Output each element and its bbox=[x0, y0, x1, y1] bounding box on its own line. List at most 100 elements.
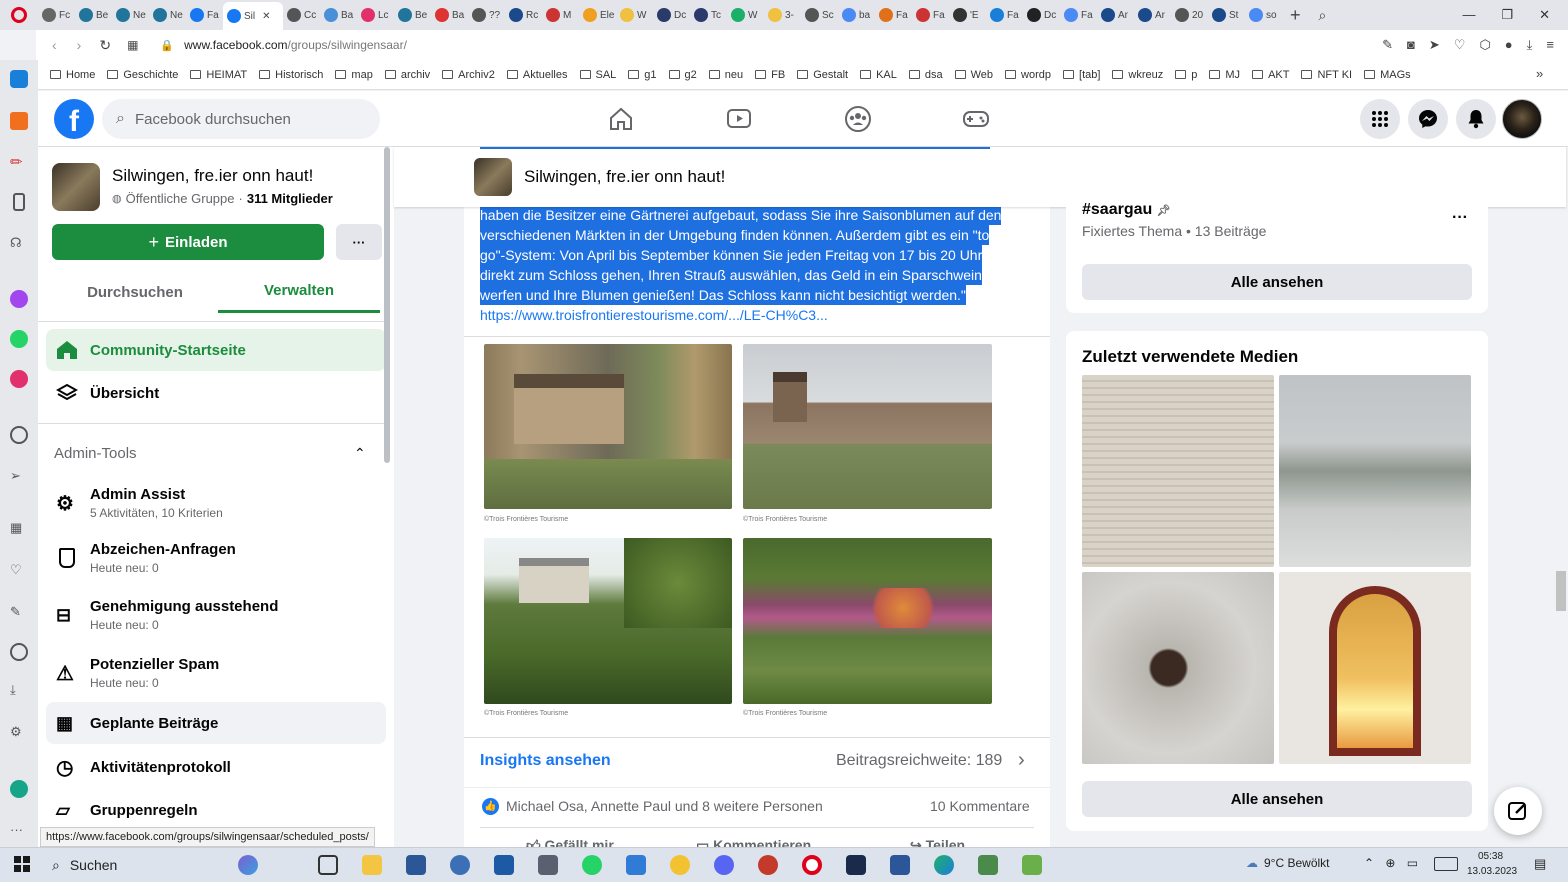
facebook-logo-icon[interactable]: f bbox=[54, 99, 94, 139]
tab-search-icon[interactable]: ⌕ bbox=[1319, 7, 1327, 24]
bookmark-folder[interactable]: wkreuz bbox=[1112, 69, 1163, 81]
topic-tag[interactable]: #saargau 📌︎ bbox=[1082, 201, 1171, 219]
settings-icon[interactable]: ⚙ bbox=[10, 724, 28, 742]
browser-tab[interactable]: Tc bbox=[690, 3, 727, 27]
browser-tab[interactable]: Ba bbox=[320, 3, 357, 27]
app-icon[interactable] bbox=[670, 855, 690, 875]
opera-logo-icon[interactable] bbox=[0, 7, 38, 23]
reactions-summary[interactable]: Michael Osa, Annette Paul und 8 weitere … bbox=[506, 798, 823, 814]
browser-tab[interactable]: Be bbox=[75, 3, 112, 27]
sticky-group-name[interactable]: Silwingen, fre.ier onn haut! bbox=[524, 167, 725, 187]
bookmark-folder[interactable]: archiv bbox=[384, 69, 430, 81]
menu-pending-approval[interactable]: ⊟ Genehmigung ausstehend Heute neu: 0 bbox=[46, 589, 386, 641]
bookmark-folder[interactable]: [tab] bbox=[1063, 69, 1100, 81]
group-cover-thumbnail[interactable] bbox=[52, 163, 100, 211]
menu-activity-log[interactable]: ◷ Aktivitätenprotokoll bbox=[46, 746, 386, 788]
browser-tab[interactable]: Dc bbox=[653, 3, 690, 27]
speed-dial-icon[interactable]: ▦ bbox=[127, 38, 138, 52]
bookmark-folder[interactable]: Geschichte bbox=[107, 69, 178, 81]
browser-tab[interactable]: Ar bbox=[1097, 3, 1134, 27]
photo-barn-courtyard[interactable] bbox=[743, 344, 992, 509]
home-icon[interactable] bbox=[608, 107, 634, 131]
browser-tab[interactable]: ?? bbox=[468, 3, 505, 27]
bookmark-folder[interactable]: HEIMAT bbox=[190, 69, 247, 81]
bookmark-folder[interactable]: Gestalt bbox=[797, 69, 848, 81]
bookmark-folder[interactable]: Home bbox=[50, 69, 95, 81]
messenger-icon[interactable] bbox=[10, 290, 28, 308]
keyboard-icon[interactable] bbox=[1434, 857, 1458, 871]
search-highlight-icon[interactable] bbox=[238, 855, 258, 875]
app-icon[interactable] bbox=[978, 855, 998, 875]
heart-icon[interactable]: ♡ bbox=[1454, 37, 1466, 53]
history-edit-icon[interactable]: ✎ bbox=[10, 604, 28, 622]
downloads-icon[interactable]: ⤓ bbox=[10, 682, 28, 700]
browser-tab[interactable]: Ne bbox=[149, 3, 186, 27]
photo-castle-garden[interactable] bbox=[484, 538, 732, 704]
bookmark-folder[interactable]: SAL bbox=[579, 69, 616, 81]
menu-icon[interactable]: ≡ bbox=[1546, 37, 1554, 53]
browser-tab[interactable]: Lc bbox=[357, 3, 394, 27]
browser-tab[interactable]: Be bbox=[394, 3, 431, 27]
browser-tab[interactable]: ba bbox=[838, 3, 875, 27]
more-options-button[interactable]: ··· bbox=[336, 224, 382, 260]
favorites-icon[interactable]: ♡ bbox=[10, 562, 28, 580]
cube-icon[interactable]: ⬡ bbox=[1479, 37, 1490, 53]
windows-start-icon[interactable] bbox=[14, 856, 30, 872]
calculator-icon[interactable] bbox=[538, 855, 558, 875]
bookmark-folder[interactable]: KAL bbox=[860, 69, 897, 81]
save-app-icon[interactable] bbox=[406, 855, 426, 875]
chevron-up-icon[interactable]: ⌃ bbox=[354, 445, 366, 462]
close-tab-icon[interactable]: ✕ bbox=[262, 11, 270, 22]
browser-tab[interactable]: Sil ✕ bbox=[223, 2, 283, 30]
see-all-media-button[interactable]: Alle ansehen bbox=[1082, 781, 1472, 817]
camera-icon[interactable]: ◙ bbox=[1407, 37, 1415, 53]
browser-tab[interactable]: Cc bbox=[283, 3, 320, 27]
bookmark-folder[interactable]: g1 bbox=[628, 69, 657, 81]
tab-search[interactable]: Durchsuchen bbox=[52, 271, 218, 313]
account-avatar[interactable] bbox=[1502, 99, 1542, 139]
minimize-icon[interactable]: — bbox=[1462, 7, 1475, 23]
photo-flower-field[interactable] bbox=[743, 538, 992, 704]
groups-icon[interactable] bbox=[844, 105, 872, 133]
photo-courtyard-statues[interactable] bbox=[484, 344, 732, 509]
forward-icon[interactable]: › bbox=[77, 37, 82, 53]
browser-tab[interactable]: Fa bbox=[875, 3, 912, 27]
chevron-right-icon[interactable]: › bbox=[1018, 749, 1025, 772]
menu-badge-requests[interactable]: Abzeichen-Anfragen Heute neu: 0 bbox=[46, 532, 386, 584]
close-window-icon[interactable]: ✕ bbox=[1539, 7, 1550, 23]
bookmark-folder[interactable]: Web bbox=[954, 69, 993, 81]
sticky-group-thumbnail[interactable] bbox=[474, 158, 512, 196]
menu-admin-assist[interactable]: ⚙ Admin Assist 5 Aktivitäten, 10 Kriterie… bbox=[46, 477, 386, 529]
post-link[interactable]: https://www.troisfrontierestourisme.com/… bbox=[480, 305, 1040, 325]
bookmark-folder[interactable]: Archiv2 bbox=[442, 69, 495, 81]
browser-tab[interactable]: Dc bbox=[1023, 3, 1060, 27]
menu-community-home[interactable]: Community-Startseite bbox=[46, 329, 386, 371]
file-explorer-icon[interactable] bbox=[362, 855, 382, 875]
aria-icon[interactable] bbox=[10, 70, 28, 88]
post-text[interactable]: haben die Besitzer eine Gärtnerei aufgeb… bbox=[480, 147, 1040, 325]
reload-icon[interactable]: ↻ bbox=[99, 37, 111, 54]
weather-widget[interactable]: ☁ 9°C Bewölkt bbox=[1246, 856, 1330, 870]
notes-icon[interactable] bbox=[13, 193, 25, 211]
browser-tab[interactable]: W bbox=[616, 3, 653, 27]
menu-scheduled-posts[interactable]: ▦ Geplante Beiträge bbox=[46, 702, 386, 744]
browser-tab[interactable]: M bbox=[542, 3, 579, 27]
bookmark-folder[interactable]: NFT KI bbox=[1301, 69, 1352, 81]
admin-tools-header[interactable]: Admin-Tools bbox=[54, 445, 137, 462]
watch-icon[interactable] bbox=[726, 107, 752, 131]
bookmark-folder[interactable]: MAGs bbox=[1364, 69, 1411, 81]
whatsapp-icon[interactable] bbox=[10, 330, 28, 348]
history-icon[interactable] bbox=[10, 643, 28, 661]
facebook-search-box[interactable]: ⌕ Facebook durchsuchen bbox=[102, 99, 380, 139]
restore-icon[interactable]: ❐ bbox=[1501, 7, 1513, 23]
browser-tab[interactable]: Ne bbox=[112, 3, 149, 27]
new-tab-icon[interactable]: + bbox=[1290, 5, 1301, 26]
bookmark-folder[interactable]: Aktuelles bbox=[506, 69, 568, 81]
taskbar-search[interactable]: ⌕ Suchen bbox=[52, 852, 302, 878]
left-scrollbar[interactable] bbox=[384, 147, 390, 463]
bookmark-folder[interactable]: neu bbox=[708, 69, 743, 81]
browser-tab[interactable]: Sc bbox=[801, 3, 838, 27]
tray-icons[interactable]: ⌃ ⊕ ▭ bbox=[1364, 856, 1422, 870]
media-document-scan[interactable] bbox=[1082, 375, 1274, 567]
whatsapp-icon[interactable] bbox=[582, 855, 602, 875]
